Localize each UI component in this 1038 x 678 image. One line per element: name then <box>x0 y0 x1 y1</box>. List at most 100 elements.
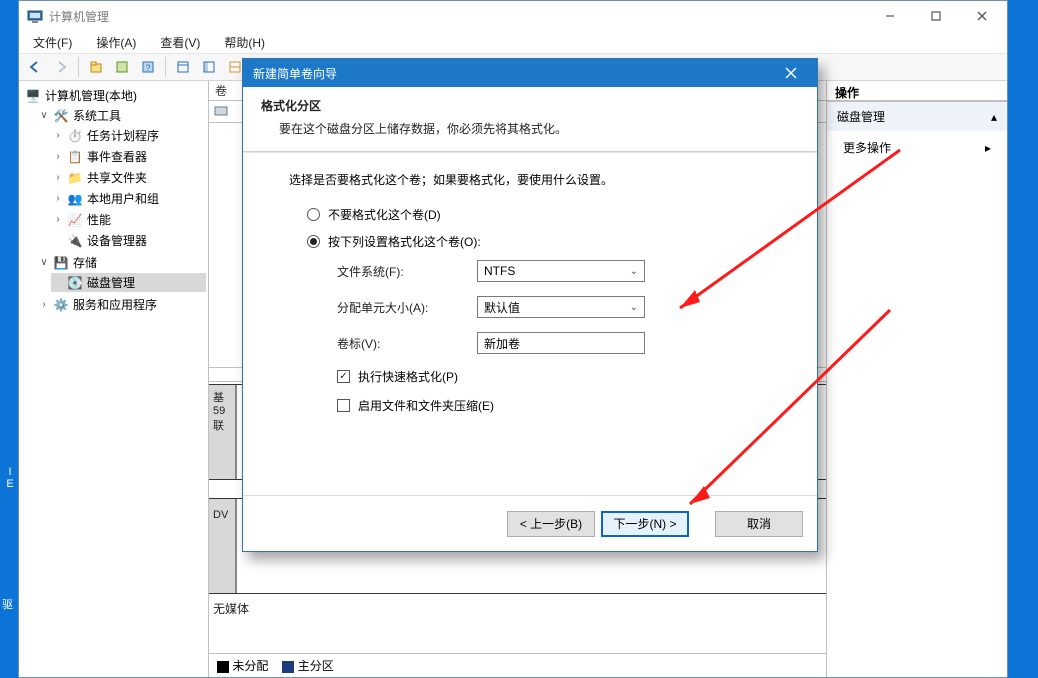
app-icon <box>27 8 43 24</box>
label: 服务和应用程序 <box>73 296 157 313</box>
menu-help[interactable]: 帮助(H) <box>216 32 273 53</box>
filesystem-select[interactable]: NTFS ⌄ <box>477 260 645 282</box>
back-button[interactable]: < 上一步(B) <box>507 511 595 537</box>
expander-icon[interactable]: › <box>53 151 63 162</box>
disk-1-label: DV <box>209 499 237 593</box>
up-caret-icon: ▴ <box>991 110 997 124</box>
radio-icon <box>307 208 320 221</box>
expander-icon[interactable]: › <box>53 130 63 141</box>
tree-root[interactable]: 🖥️ 计算机管理(本地) <box>23 86 206 105</box>
legend-primary: 主分区 <box>298 659 334 673</box>
menu-action[interactable]: 操作(A) <box>88 32 144 53</box>
chevron-down-icon: ⌄ <box>630 266 638 277</box>
label: 事件查看器 <box>87 148 147 165</box>
computer-icon: 🖥️ <box>25 88 41 104</box>
expander-icon[interactable]: ∨ <box>39 257 49 268</box>
tree-services[interactable]: › ⚙️服务和应用程序 <box>37 295 206 314</box>
folder-icon: 📁 <box>67 170 83 186</box>
label-allocation-unit: 分配单元大小(A): <box>337 299 477 316</box>
tree-storage[interactable]: ∨ 💾 存储 <box>37 253 206 272</box>
volume-label-input[interactable] <box>477 332 645 354</box>
up-button[interactable] <box>84 56 108 78</box>
tree-shared-folders[interactable]: › 📁共享文件夹 <box>51 168 206 187</box>
wizard-header: 格式化分区 要在这个磁盘分区上储存数据，你必须先将其格式化。 <box>243 87 817 151</box>
tree-device-manager[interactable]: 🔌设备管理器 <box>51 231 206 250</box>
titlebar: 计算机管理 <box>19 1 1007 31</box>
checkbox-quick-format[interactable]: 执行快速格式化(P) <box>337 368 787 385</box>
wizard-titlebar: 新建简单卷向导 <box>243 59 817 87</box>
device-icon: 🔌 <box>67 233 83 249</box>
radio-format[interactable]: 按下列设置格式化这个卷(O): <box>307 233 787 250</box>
actions-more[interactable]: 更多操作 ▸ <box>827 131 1007 164</box>
tree-system-tools[interactable]: ∨ 🛠️ 系统工具 <box>37 106 206 125</box>
no-media-label: 无媒体 <box>213 600 249 617</box>
expander-icon[interactable]: › <box>53 214 63 225</box>
tree-root-label: 计算机管理(本地) <box>45 87 137 104</box>
storage-icon: 💾 <box>53 255 69 271</box>
radio-no-format[interactable]: 不要格式化这个卷(D) <box>307 206 787 223</box>
legend-bar: 未分配 主分区 <box>209 653 826 677</box>
tree-disk-management[interactable]: 💽磁盘管理 <box>51 273 206 292</box>
label: 更多操作 <box>843 139 891 156</box>
expander-icon[interactable]: ∨ <box>39 110 49 121</box>
wizard-title: 新建简单卷向导 <box>253 65 771 82</box>
expander-icon[interactable]: › <box>39 299 49 310</box>
help-button[interactable]: ? <box>136 56 160 78</box>
label: 共享文件夹 <box>87 169 147 186</box>
disk-0-label: 基 59 联 <box>209 385 237 479</box>
close-button[interactable] <box>959 1 1005 31</box>
menubar: 文件(F) 操作(A) 查看(V) 帮助(H) <box>19 31 1007 53</box>
wizard-intro-text: 选择是否要格式化这个卷；如果要格式化，要使用什么设置。 <box>289 171 787 188</box>
menu-view[interactable]: 查看(V) <box>152 32 208 53</box>
next-button[interactable]: 下一步(N) > <box>601 511 689 537</box>
expander-icon[interactable]: › <box>53 172 63 183</box>
drive-label-fragment: 驱 <box>2 596 13 612</box>
wizard-button-bar: < 上一步(B) 下一步(N) > 取消 <box>243 495 817 551</box>
label: 磁盘管理 <box>87 274 135 291</box>
actions-disk-management[interactable]: 磁盘管理 ▴ <box>827 101 1007 131</box>
tree-event-viewer[interactable]: › 📋事件查看器 <box>51 147 206 166</box>
checkbox-label: 执行快速格式化(P) <box>358 368 458 385</box>
maximize-button[interactable] <box>913 1 959 31</box>
radio-icon <box>307 235 320 248</box>
legend-unallocated: 未分配 <box>232 659 268 673</box>
allocation-unit-value: 默认值 <box>484 299 520 316</box>
label: 磁盘管理 <box>837 108 885 125</box>
expander-icon[interactable]: › <box>53 193 63 204</box>
volume-icon <box>213 103 229 119</box>
wizard-subheading: 要在这个磁盘分区上储存数据，你必须先将其格式化。 <box>261 120 799 137</box>
services-icon: ⚙️ <box>53 297 69 313</box>
view-icon-2[interactable] <box>197 56 221 78</box>
right-caret-icon: ▸ <box>985 141 991 155</box>
label: 存储 <box>73 254 97 271</box>
view-icon-1[interactable] <box>171 56 195 78</box>
tree-local-users[interactable]: › 👥本地用户和组 <box>51 189 206 208</box>
back-button[interactable] <box>23 56 47 78</box>
filesystem-value: NTFS <box>484 264 515 278</box>
cancel-button[interactable]: 取消 <box>715 511 803 537</box>
minimize-button[interactable] <box>867 1 913 31</box>
forward-button[interactable] <box>49 56 73 78</box>
new-volume-wizard-dialog: 新建简单卷向导 格式化分区 要在这个磁盘分区上储存数据，你必须先将其格式化。 选… <box>242 58 818 552</box>
label: 本地用户和组 <box>87 190 159 207</box>
toolbar-icon-2[interactable] <box>110 56 134 78</box>
label-volume-label: 卷标(V): <box>337 335 477 352</box>
label: 性能 <box>87 211 111 228</box>
label: 系统工具 <box>73 107 121 124</box>
wrench-icon: 🛠️ <box>53 108 69 124</box>
legend-swatch-primary <box>282 661 294 673</box>
checkbox-label: 启用文件和文件夹压缩(E) <box>358 397 494 414</box>
menu-file[interactable]: 文件(F) <box>25 32 80 53</box>
navigation-tree[interactable]: 🖥️ 计算机管理(本地) ∨ 🛠️ 系统工具 ›⏱️任务计划程序 <box>19 81 209 677</box>
perf-icon: 📈 <box>67 212 83 228</box>
label: 设备管理器 <box>87 232 147 249</box>
disk-icon: 💽 <box>67 275 83 291</box>
window-title: 计算机管理 <box>49 8 867 25</box>
tree-performance[interactable]: › 📈性能 <box>51 210 206 229</box>
allocation-unit-select[interactable]: 默认值 ⌄ <box>477 296 645 318</box>
checkbox-compression[interactable]: 启用文件和文件夹压缩(E) <box>337 397 787 414</box>
tree-task-scheduler[interactable]: ›⏱️任务计划程序 <box>51 126 206 145</box>
wizard-close-button[interactable] <box>771 59 811 87</box>
event-icon: 📋 <box>67 149 83 165</box>
users-icon: 👥 <box>67 191 83 207</box>
